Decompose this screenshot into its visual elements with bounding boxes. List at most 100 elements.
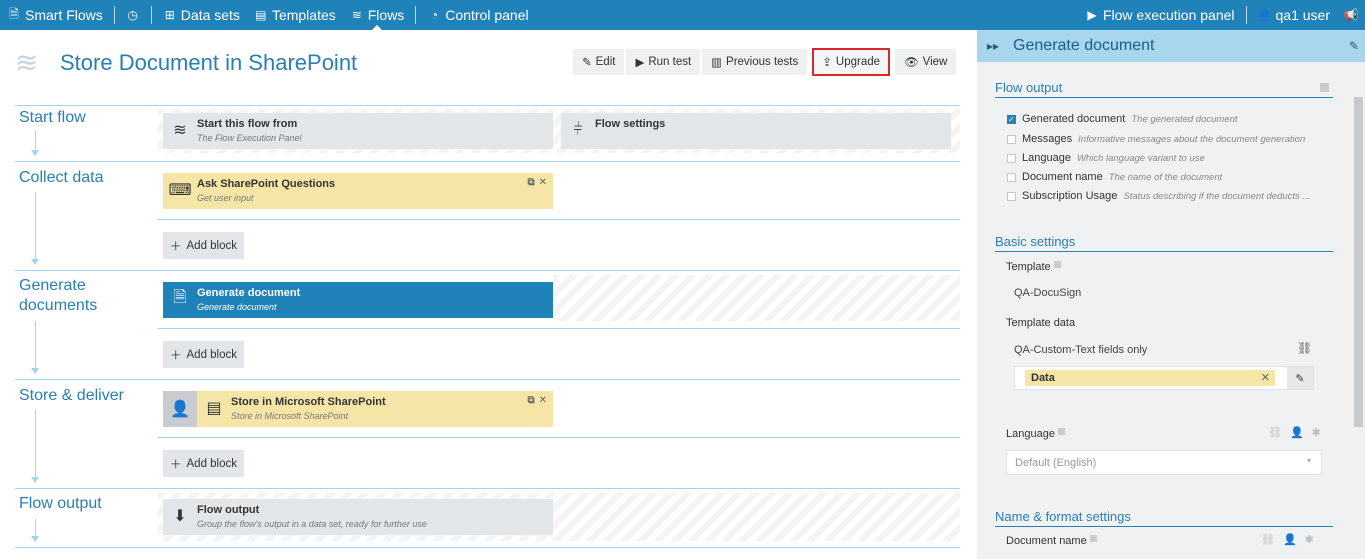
template-label: Template — [1006, 261, 1061, 273]
waves-icon: ≋ — [351, 8, 362, 22]
collapse-panel-icon[interactable]: ▸▸ — [987, 39, 999, 53]
field-label: Document name — [1006, 535, 1087, 547]
plus-icon: ＋ — [170, 458, 182, 471]
language-label: Language — [1006, 428, 1065, 440]
output-option-document-name[interactable]: Document name The name of the document — [1007, 171, 1327, 183]
flow-arrow — [31, 192, 39, 265]
announcements-button[interactable]: 📢 — [1337, 0, 1365, 30]
add-block-label: Add block — [186, 348, 238, 361]
upload-icon: ⇪ — [822, 57, 832, 69]
previous-tests-label: Previous tests — [726, 56, 799, 68]
remove-tag-icon[interactable]: ✕ — [1261, 370, 1270, 386]
section-heading: Flow output — [995, 80, 1333, 98]
checkbox[interactable] — [1007, 153, 1016, 163]
section-heading: Basic settings — [995, 234, 1333, 252]
history-button[interactable]: ◷ — [119, 0, 147, 30]
section-label: Start flow — [19, 109, 86, 126]
checkbox[interactable] — [1007, 172, 1016, 182]
output-option-messages[interactable]: Messages Informative messages about the … — [1007, 133, 1327, 145]
chevron-down-icon: ▾ — [1306, 456, 1311, 465]
add-block-button[interactable]: ＋ Add block — [163, 232, 245, 259]
edit-data-button[interactable]: ✎ — [1287, 367, 1313, 389]
output-option-subscription-usage[interactable]: Subscription Usage Status describing if … — [1007, 190, 1327, 202]
nav-item-label: Control panel — [445, 7, 529, 23]
asterisk-icon[interactable]: ✱ — [1305, 533, 1314, 546]
section-label: Collect data — [19, 169, 104, 186]
run-test-button[interactable]: ▶ Run test — [626, 49, 701, 75]
link-text-icon[interactable]: ⛓ — [1261, 533, 1275, 546]
flow-execution-panel-label: Flow execution panel — [1102, 7, 1235, 23]
nav-item-templates[interactable]: ▤ Templates — [247, 0, 343, 30]
add-block-button[interactable]: ＋ Add block — [163, 341, 245, 368]
info-icon[interactable] — [1089, 535, 1097, 542]
section-heading-text: Basic settings — [995, 234, 1076, 249]
option-label: Language — [1022, 152, 1071, 164]
scrollbar-thumb[interactable] — [1354, 97, 1363, 427]
option-desc: Which language variant to use — [1076, 152, 1205, 164]
checkbox[interactable] — [1007, 191, 1016, 201]
template-data-field[interactable]: Data ✕ ✎ — [1014, 366, 1314, 390]
link-icon[interactable]: ⛓ — [1297, 341, 1312, 355]
info-icon[interactable] — [1053, 261, 1061, 268]
nav-item-control-panel[interactable]: ◔ Control panel — [420, 0, 535, 30]
block-start-from[interactable]: ≋ Start this flow from The Flow Executio… — [163, 113, 553, 149]
info-icon[interactable] — [1057, 428, 1065, 435]
brand-label: Smart Flows — [25, 7, 103, 23]
template-data-value[interactable]: QA-Custom-Text fields only — [1014, 344, 1147, 356]
flow-header: ≋ Store Document in SharePoint — [15, 48, 357, 78]
user-name: qa1 user — [1275, 7, 1330, 23]
scrollbar[interactable] — [1352, 62, 1365, 559]
option-desc: The generated document — [1131, 113, 1238, 125]
flow-waves-icon: ≋ — [15, 47, 39, 78]
user-remove-icon: 👤 — [163, 391, 197, 427]
flow-editor: ≋ Store Document in SharePoint ✎ Edit ▶ … — [0, 30, 975, 559]
language-select[interactable]: Default (English) ▾ — [1006, 450, 1322, 475]
nav-item-data-sets[interactable]: ⊞ Data sets — [156, 0, 247, 30]
close-icon[interactable]: ✕ — [539, 177, 547, 188]
previous-tests-button[interactable]: ▥ Previous tests — [702, 49, 808, 75]
block-generate-document[interactable]: 🗎 Generate document Generate document — [163, 282, 553, 318]
copy-icon[interactable]: ⧉ — [527, 177, 534, 188]
section-label: documents — [19, 297, 98, 314]
upgrade-label: Upgrade — [835, 56, 881, 68]
document-name-field-tools: ⛓ 👤 ✱ — [1261, 533, 1314, 546]
checkbox[interactable] — [1007, 134, 1016, 144]
template-value[interactable]: QA-DocuSign — [1014, 287, 1081, 299]
data-tag[interactable]: Data ✕ — [1025, 370, 1275, 386]
close-icon[interactable]: ✕ — [539, 395, 547, 406]
nav-divider — [1245, 6, 1247, 24]
info-icon[interactable] — [1320, 83, 1329, 92]
user-menu[interactable]: 👤 qa1 user — [1251, 0, 1337, 30]
pencil-icon[interactable]: ✎ — [1349, 39, 1359, 53]
block-store-sharepoint[interactable]: 👤 ▤ Store in Microsoft SharePoint Store … — [163, 391, 553, 427]
flow-execution-panel-link[interactable]: ▶ Flow execution panel — [1078, 0, 1242, 30]
asterisk-icon[interactable]: ✱ — [1312, 426, 1321, 439]
upgrade-button[interactable]: ⇪ Upgrade — [812, 48, 891, 76]
view-button[interactable]: 👁 View — [895, 49, 957, 75]
link-icon[interactable]: ⛓ — [1268, 426, 1282, 439]
block-ask-sharepoint-questions[interactable]: ⌨ Ask SharePoint Questions Get user inpu… — [163, 173, 553, 209]
edit-button[interactable]: ✎ Edit — [573, 49, 625, 75]
nav-item-flows[interactable]: ≋ Flows — [343, 0, 412, 30]
flow-actions: ✎ Edit ▶ Run test ▥ Previous tests ⇪ Upg… — [573, 48, 957, 76]
add-block-button[interactable]: ＋ Add block — [163, 450, 245, 477]
tag-label: Data — [1031, 372, 1055, 384]
output-option-language[interactable]: Language Which language variant to use — [1007, 152, 1327, 164]
section-start-flow: Start flow ≋ Start this flow from The Fl… — [15, 105, 960, 161]
document-name-label: Document name — [1006, 535, 1097, 547]
section-heading: Name & format settings — [995, 509, 1333, 527]
navbar-right: ▶ Flow execution panel 👤 qa1 user 📢 — [1078, 0, 1365, 30]
field-label: Template — [1006, 261, 1051, 273]
panel-header: ▸▸ Generate document ✎ — [977, 30, 1365, 62]
block-flow-settings[interactable]: ⫩ Flow settings — [561, 113, 951, 149]
user-icon[interactable]: 👤 — [1290, 426, 1304, 439]
flow-arrow — [31, 321, 39, 374]
brand-link[interactable]: 🗎 Smart Flows — [0, 0, 110, 30]
block-flow-output[interactable]: ⬇ Flow output Group the flow's output in… — [163, 499, 553, 535]
section-collect-data: Collect data ⌨ Ask SharePoint Questions … — [15, 161, 960, 270]
document-icon: 🗎 — [173, 288, 187, 306]
user-icon[interactable]: 👤 — [1283, 533, 1297, 546]
copy-icon[interactable]: ⧉ — [527, 395, 534, 406]
output-option-generated-document[interactable]: ✓ Generated document The generated docum… — [1007, 113, 1327, 125]
checkbox[interactable]: ✓ — [1007, 114, 1016, 124]
